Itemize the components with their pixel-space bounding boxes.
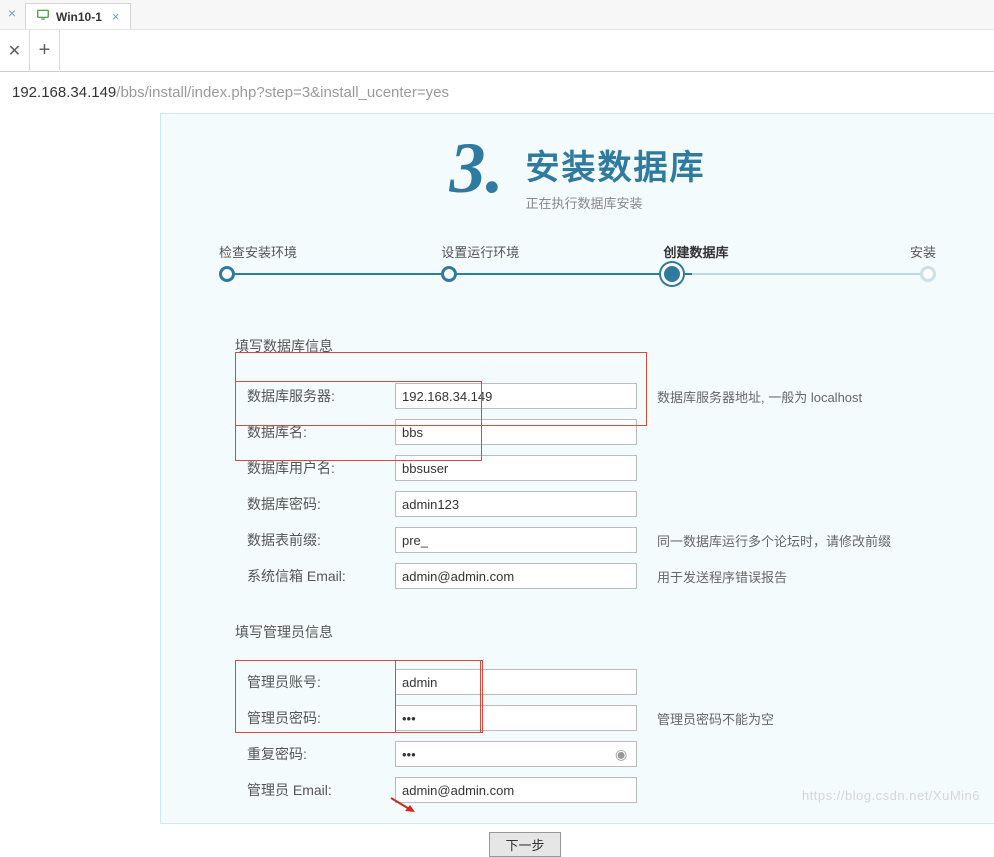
field-label: 管理员账号:: [235, 672, 395, 692]
browser-close-tab[interactable]: ✕: [0, 30, 30, 72]
step-dot-current: [664, 266, 680, 282]
step-number: 3.: [450, 132, 504, 204]
eye-icon[interactable]: ◉: [615, 746, 627, 763]
field-label: 数据库用户名:: [235, 458, 395, 478]
ide-tab-title: Win10-1: [56, 10, 102, 24]
admin-password-input[interactable]: [395, 705, 637, 731]
step-label: 安装: [910, 242, 936, 261]
page-content: 3. 安装数据库 正在执行数据库安装 检查安装环境 设置运行环境 创建数据库 安…: [160, 113, 994, 824]
step-progress: 检查安装环境 设置运行环境 创建数据库 安装: [219, 242, 936, 288]
form: 填写数据库信息 数据库服务器: 数据库服务器地址, 一般为 localhost …: [235, 336, 920, 857]
ide-tab[interactable]: Win10-1 ×: [25, 3, 131, 29]
browser-tab-bar: ✕ +: [0, 30, 994, 72]
watermark: https://blog.csdn.net/XuMin6: [802, 788, 980, 803]
step-dot-todo: [920, 266, 936, 282]
admin-account-input[interactable]: [395, 669, 637, 695]
browser-new-tab[interactable]: +: [30, 30, 60, 72]
addr-path: /bbs/install/index.php?step=3&install_uc…: [116, 84, 449, 101]
field-hint: 用于发送程序错误报告: [657, 567, 787, 586]
field-label: 重复密码:: [235, 744, 395, 764]
ide-close-icon[interactable]: ×: [4, 6, 20, 22]
db-password-input[interactable]: [395, 491, 637, 517]
db-user-input[interactable]: [395, 455, 637, 481]
arrow-icon: [389, 796, 417, 814]
address-bar[interactable]: 192.168.34.149/bbs/install/index.php?ste…: [0, 72, 994, 112]
step-dot-done: [219, 266, 235, 282]
field-label: 数据库服务器:: [235, 386, 395, 406]
ide-tab-close-icon[interactable]: ×: [108, 9, 120, 24]
section-heading-db: 填写数据库信息: [235, 336, 920, 356]
field-label: 数据库名:: [235, 422, 395, 442]
db-name-input[interactable]: [395, 419, 637, 445]
admin-mail-input[interactable]: [395, 777, 637, 803]
page-subtitle: 正在执行数据库安装: [526, 193, 706, 212]
field-label: 管理员 Email:: [235, 780, 395, 800]
page-heading: 3. 安装数据库 正在执行数据库安装: [161, 132, 994, 212]
field-hint: 管理员密码不能为空: [657, 709, 774, 728]
section-heading-admin: 填写管理员信息: [235, 622, 920, 642]
addr-host: 192.168.34.149: [12, 84, 116, 101]
field-label: 数据库密码:: [235, 494, 395, 514]
admin-repeat-password-input[interactable]: [395, 741, 637, 767]
field-hint: 同一数据库运行多个论坛时，请修改前缀: [657, 531, 891, 550]
next-button[interactable]: 下一步: [489, 832, 561, 857]
db-server-input[interactable]: [395, 383, 637, 409]
ide-tab-strip: Win10-1 ×: [0, 0, 994, 30]
db-prefix-input[interactable]: [395, 527, 637, 553]
page-title: 安装数据库: [526, 140, 706, 189]
step-dot-done: [441, 266, 457, 282]
db-mail-input[interactable]: [395, 563, 637, 589]
field-label: 系统信箱 Email:: [235, 566, 395, 586]
step-label: 设置运行环境: [441, 242, 519, 261]
field-label: 数据表前缀:: [235, 530, 395, 550]
step-label: 检查安装环境: [219, 242, 297, 261]
field-hint: 数据库服务器地址, 一般为 localhost: [657, 387, 862, 406]
monitor-icon: [36, 8, 50, 25]
step-label-current: 创建数据库: [664, 242, 729, 261]
field-label: 管理员密码:: [235, 708, 395, 728]
